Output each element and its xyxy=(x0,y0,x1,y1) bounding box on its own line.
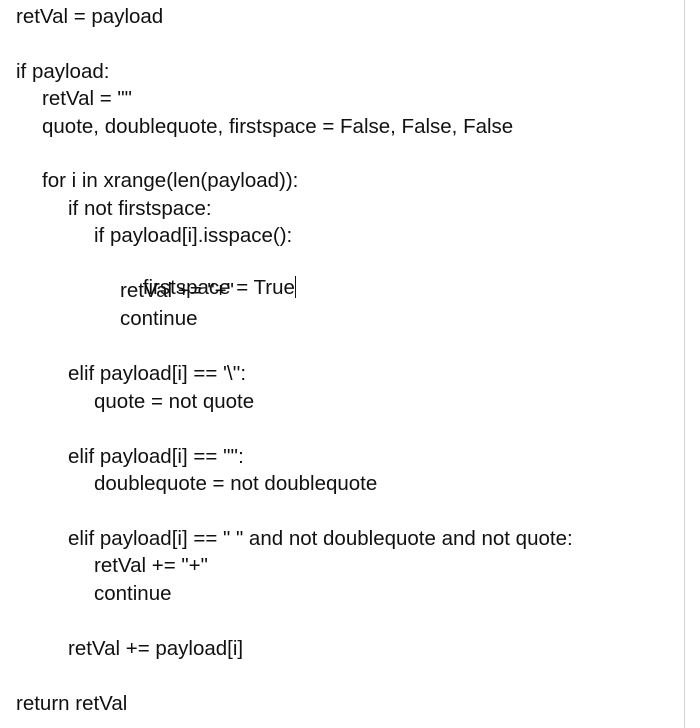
code-line: retVal += payload[i] xyxy=(68,637,244,660)
code-line: continue xyxy=(120,307,198,330)
code-line: quote = not quote xyxy=(94,390,255,413)
code-line: firstspace = True xyxy=(120,252,296,299)
code-line: if payload[i].isspace(): xyxy=(94,224,293,247)
code-line: retVal = "" xyxy=(42,87,132,110)
code-line: doublequote = not doublequote xyxy=(94,472,378,495)
code-line: if payload: xyxy=(16,60,110,83)
code-line: return retVal xyxy=(16,692,128,715)
code-line: elif payload[i] == " " and not doublequo… xyxy=(68,527,573,550)
code-line: continue xyxy=(94,582,172,605)
code-line: retVal += "+" xyxy=(94,554,208,577)
code-line: elif payload[i] == '"': xyxy=(68,445,244,468)
code-line: quote, doublequote, firstspace = False, … xyxy=(42,115,514,138)
code-line: if not firstspace: xyxy=(68,197,212,220)
text-cursor xyxy=(294,276,296,298)
code-line: retVal = payload xyxy=(16,5,164,28)
code-line: retVal += "+" xyxy=(120,279,234,302)
code-line: for i in xrange(len(payload)): xyxy=(42,169,299,192)
code-editor[interactable]: retVal = payload if payload: retVal = ""… xyxy=(0,0,685,728)
code-line: elif payload[i] == '\'': xyxy=(68,362,247,385)
